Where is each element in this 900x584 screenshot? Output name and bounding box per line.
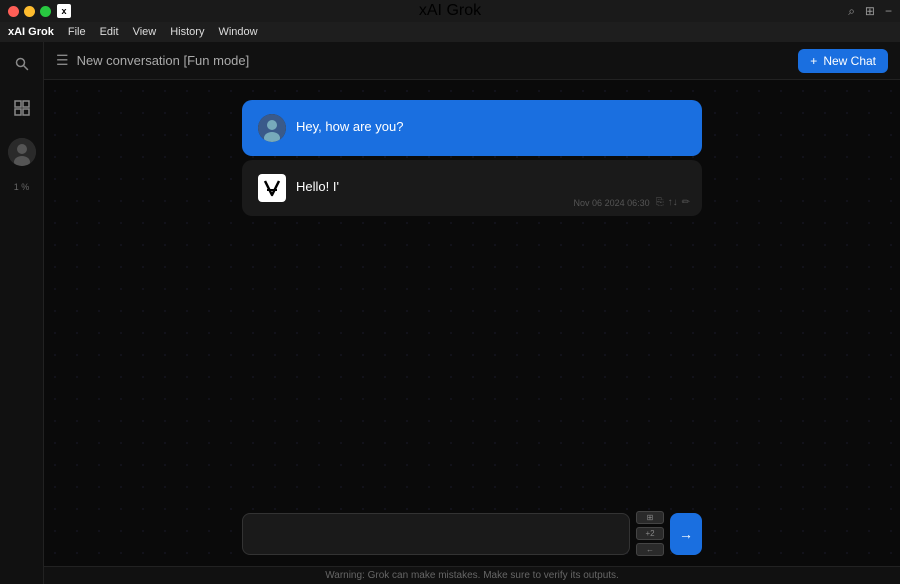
menu-window[interactable]: Window	[218, 26, 257, 38]
user-avatar	[258, 114, 286, 142]
side-btn-2-icon: +2	[645, 529, 654, 538]
close-button[interactable]	[8, 6, 19, 17]
search-icon[interactable]: ⌕	[848, 4, 855, 19]
like-icon[interactable]: ↑↓	[668, 197, 678, 208]
warning-text: Warning: Grok can make mistakes. Make su…	[325, 570, 619, 581]
minimize-button[interactable]	[24, 6, 35, 17]
side-btn-3[interactable]: ←	[636, 543, 664, 556]
edit-icon[interactable]: ✏	[682, 197, 690, 208]
menu-view[interactable]: View	[133, 26, 157, 38]
message-actions: ⎘ ↑↓ ✏	[656, 197, 690, 208]
timestamp-text: Nov 06 2024 06:30	[574, 198, 650, 208]
sidebar-avatar[interactable]	[8, 138, 36, 166]
new-chat-label: New Chat	[823, 54, 876, 68]
app-logo: x	[57, 4, 71, 18]
app-name: xAI Grok	[8, 26, 54, 38]
send-button[interactable]: →	[670, 513, 702, 555]
copy-icon[interactable]: ⎘	[656, 197, 664, 208]
app-container: 1 % ☰ New conversation [Fun mode] + New …	[0, 42, 900, 584]
layout-icon[interactable]: ⊞	[865, 4, 875, 18]
sidebar: 1 %	[0, 42, 44, 584]
input-wrapper: ⊞ +2 ← →	[242, 511, 702, 556]
toolbar-left: ☰ New conversation [Fun mode]	[56, 52, 249, 69]
sidebar-percent: 1 %	[14, 182, 30, 192]
title-bar: x xAI Grok ⌕ ⊞ −	[0, 0, 900, 22]
message-ai: Hello! I' Nov 06 2024 06:30 ⎘ ↑↓ ✏	[242, 160, 702, 216]
conversation-title: New conversation [Fun mode]	[77, 53, 250, 68]
main-content: Hey, how are you? Hello! I' Nov 06 2024 …	[44, 80, 900, 584]
chat-messages: Hey, how are you? Hello! I' Nov 06 2024 …	[242, 100, 702, 216]
warning-bar: Warning: Grok can make mistakes. Make su…	[44, 566, 900, 584]
hamburger-icon[interactable]: ☰	[56, 52, 69, 69]
menu-file[interactable]: File	[68, 26, 86, 38]
title-bar-left: x	[8, 4, 71, 18]
side-btn-2[interactable]: +2	[636, 527, 664, 540]
menu-history[interactable]: History	[170, 26, 204, 38]
new-chat-plus-icon: +	[810, 54, 817, 68]
ai-message-text: Hello! I'	[296, 174, 686, 196]
ai-avatar	[258, 174, 286, 202]
menu-bar: xAI Grok File Edit View History Window	[0, 22, 900, 42]
send-icon: →	[679, 526, 693, 542]
side-btn-1[interactable]: ⊞	[636, 511, 664, 524]
minimize-icon[interactable]: −	[885, 4, 892, 18]
input-side-buttons: ⊞ +2 ←	[636, 511, 664, 556]
sidebar-grid-icon[interactable]	[8, 94, 36, 122]
title-bar-right: ⌕ ⊞ −	[848, 4, 892, 19]
maximize-button[interactable]	[40, 6, 51, 17]
chat-input[interactable]	[242, 513, 630, 555]
side-btn-3-icon: ←	[646, 545, 654, 554]
sidebar-search-icon[interactable]	[8, 50, 36, 78]
message-user: Hey, how are you?	[242, 100, 702, 156]
toolbar: ☰ New conversation [Fun mode] + New Chat	[44, 42, 900, 80]
side-btn-1-icon: ⊞	[647, 513, 654, 522]
title-bar-title: xAI Grok	[419, 2, 481, 20]
traffic-lights	[8, 6, 51, 17]
new-chat-button[interactable]: + New Chat	[798, 49, 888, 73]
user-message-text: Hey, how are you?	[296, 114, 686, 136]
menu-edit[interactable]: Edit	[100, 26, 119, 38]
title-bar-center: xAI Grok	[419, 2, 481, 20]
chat-area: Hey, how are you? Hello! I' Nov 06 2024 …	[44, 80, 900, 524]
message-timestamp: Nov 06 2024 06:30 ⎘ ↑↓ ✏	[574, 197, 690, 208]
